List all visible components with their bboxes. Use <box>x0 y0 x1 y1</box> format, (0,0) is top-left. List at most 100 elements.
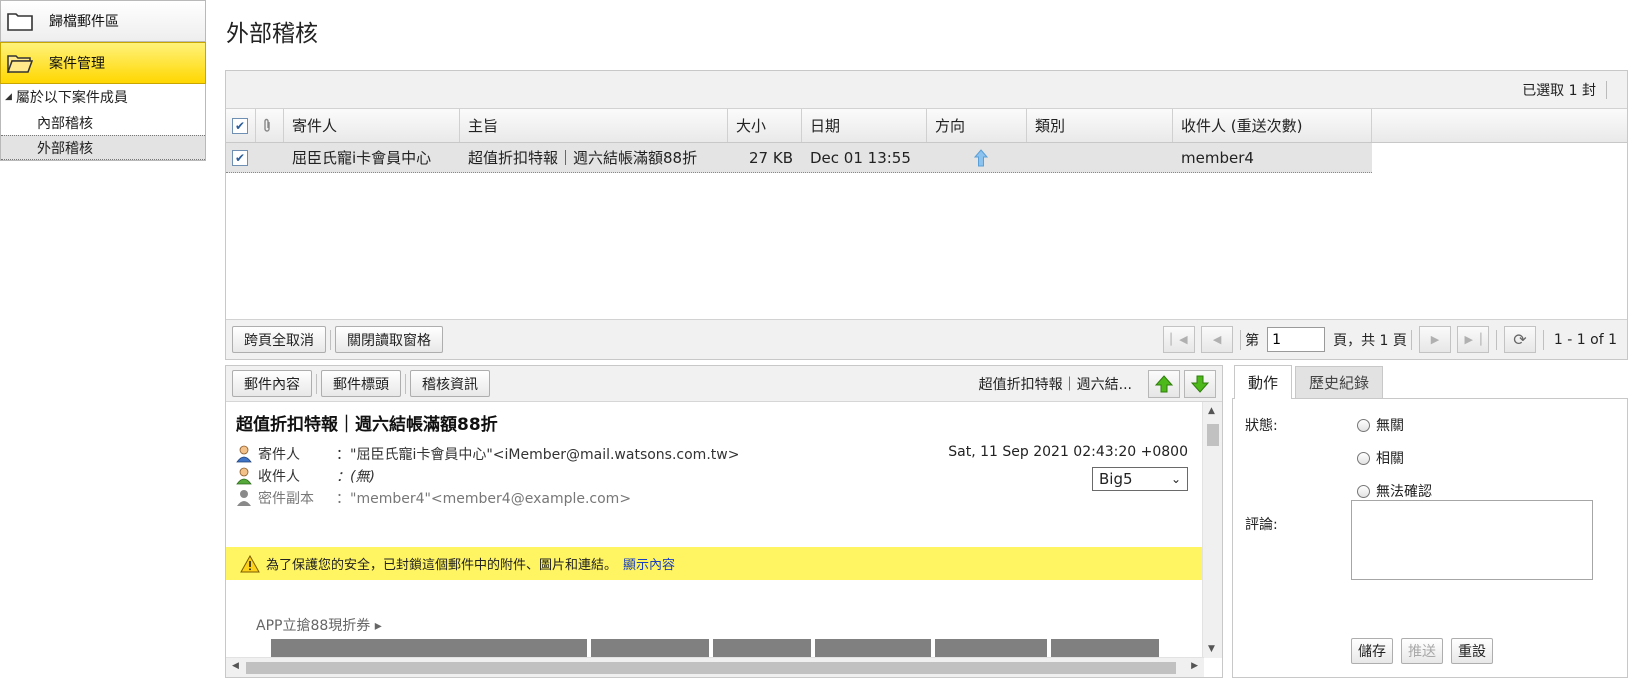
tab-message-header[interactable]: 郵件標頭 <box>321 370 401 397</box>
row-checkbox[interactable]: ✔ <box>232 149 248 166</box>
scroll-up-icon[interactable]: ▲ <box>1208 406 1215 416</box>
scroll-thumb[interactable] <box>1207 424 1219 446</box>
column-header-size[interactable]: 大小 <box>728 109 802 142</box>
person-icon <box>236 467 252 485</box>
grid-empty-area <box>226 173 1627 313</box>
green-arrow-up-icon <box>1154 374 1174 392</box>
tab-message-content[interactable]: 郵件內容 <box>232 370 312 397</box>
radio-button[interactable] <box>1357 484 1370 498</box>
action-buttons: 儲存 推送 重設 <box>1351 638 1493 664</box>
person-icon <box>237 490 251 506</box>
folder-open-icon <box>7 55 33 73</box>
status-radio-relevant[interactable]: 相關 <box>1357 448 1404 468</box>
security-warning-bar: 為了保護您的安全，已封鎖這個郵件中的附件、圖片和連結。 顯示內容 <box>226 547 1204 580</box>
person-icon <box>236 445 252 463</box>
collapse-triangle-icon[interactable]: ◢ <box>5 92 12 102</box>
first-page-icon[interactable]: ▏◀ <box>1163 326 1196 353</box>
last-page-icon[interactable]: ▶▕ <box>1456 326 1489 353</box>
reading-pane-toolbar: 郵件內容 郵件標頭 稽核資訊 超值折扣特報｜週六結... <box>226 366 1222 402</box>
next-page-icon[interactable]: ▶ <box>1418 326 1451 353</box>
divider <box>1606 80 1607 99</box>
charset-select[interactable]: Big5 ⌄ <box>1092 467 1188 491</box>
row-attachment-cell <box>256 143 284 172</box>
deselect-all-pages-button[interactable]: 跨頁全取消 <box>232 326 326 353</box>
radio-button[interactable] <box>1357 451 1370 465</box>
divider <box>316 373 317 394</box>
blocked-image <box>815 639 931 658</box>
tree-item-internal-audit[interactable]: 內部稽核 <box>1 110 205 135</box>
scroll-down-icon[interactable]: ▼ <box>1208 644 1215 654</box>
push-button[interactable]: 推送 <box>1401 638 1443 664</box>
row-select-cell[interactable]: ✔ <box>226 143 256 172</box>
attachment-column[interactable] <box>256 109 284 142</box>
prev-page-icon[interactable]: ◀ <box>1201 326 1234 353</box>
tree-root[interactable]: ◢ 屬於以下案件成員 <box>1 84 205 110</box>
select-all-column[interactable]: ✔ <box>226 109 256 142</box>
status-radio-unconfirmed[interactable]: 無法確認 <box>1357 481 1432 501</box>
scroll-left-icon[interactable]: ◀ <box>232 661 239 671</box>
refresh-icon[interactable]: ⟳ <box>1503 326 1536 353</box>
sidebar-section-case-management[interactable]: 案件管理 <box>0 42 206 84</box>
tree-root-label: 屬於以下案件成員 <box>15 90 128 106</box>
blocked-image <box>271 639 587 658</box>
horizontal-scrollbar[interactable]: ◀ ▶ <box>226 657 1204 677</box>
green-arrow-down-icon <box>1190 375 1210 393</box>
tree-item-external-audit[interactable]: 外部稽核 <box>1 135 205 160</box>
comment-label: 評論: <box>1245 517 1278 533</box>
divider <box>1495 329 1497 350</box>
row-size: 27 KB <box>728 143 802 172</box>
previous-message-button[interactable] <box>1148 369 1180 398</box>
table-row[interactable]: ✔ 屈臣氏寵i卡會員中心 超值折扣特報｜週六結帳滿額88折 27 KB Dec … <box>226 143 1372 173</box>
bcc-row: 密件副本 ："member4"<member4@example.com> <box>236 488 631 508</box>
save-button[interactable]: 儲存 <box>1351 638 1393 664</box>
to-value: ：(無) <box>336 469 375 485</box>
column-header-from[interactable]: 寄件人 <box>284 109 460 142</box>
reset-button[interactable]: 重設 <box>1451 638 1493 664</box>
blocked-image-tiles <box>271 639 1159 658</box>
promo-text: APP立搶88現折券 ▸ <box>256 618 382 634</box>
sidebar-section-label: 案件管理 <box>49 56 105 72</box>
select-all-checkbox[interactable]: ✔ <box>232 117 248 134</box>
vertical-scrollbar[interactable]: ▲ ▼ <box>1202 402 1222 658</box>
tab-audit-info[interactable]: 稽核資訊 <box>410 370 490 397</box>
page-number-input[interactable] <box>1267 327 1326 352</box>
status-label: 狀態: <box>1245 418 1278 434</box>
comment-textarea[interactable] <box>1351 500 1593 580</box>
column-header-direction[interactable]: 方向 <box>927 109 1027 142</box>
close-reading-pane-button[interactable]: 關閉讀取窗格 <box>335 326 443 353</box>
message-list-panel: 已選取 1 封 ✔ 寄件人 主旨 大小 日期 方向 類別 收件人 (重送次數) … <box>225 70 1628 360</box>
row-date: Dec 01 13:55 <box>802 143 927 172</box>
show-content-link[interactable]: 顯示內容 <box>623 554 675 573</box>
status-radio-irrelevant[interactable]: 無關 <box>1357 415 1404 435</box>
divider <box>405 373 406 394</box>
warning-icon <box>240 554 260 572</box>
scroll-thumb[interactable] <box>246 662 1176 674</box>
bcc-label: 密件副本 <box>258 491 314 507</box>
tree-item-label: 外部稽核 <box>37 140 93 157</box>
pager: ▏◀ ◀ 第 頁，共 1 頁 ▶ ▶▕ ⟳ 1 - 1 of 1 <box>1160 326 1621 353</box>
row-subject: 超值折扣特報｜週六結帳滿額88折 <box>460 143 728 172</box>
selection-bar: 已選取 1 封 <box>226 71 1627 109</box>
from-label: 寄件人 <box>258 447 300 463</box>
column-header-subject[interactable]: 主旨 <box>460 109 728 142</box>
bcc-value: ："member4"<member4@example.com> <box>336 491 632 507</box>
scroll-right-icon[interactable]: ▶ <box>1191 661 1198 671</box>
to-row: 收件人 ：(無) <box>236 466 375 486</box>
divider <box>330 329 331 350</box>
column-header-date[interactable]: 日期 <box>802 109 927 142</box>
tab-actions[interactable]: 動作 <box>1234 365 1293 399</box>
column-header-category[interactable]: 類別 <box>1027 109 1173 142</box>
column-header-recipients[interactable]: 收件人 (重送次數) <box>1173 109 1372 142</box>
divider <box>1542 329 1544 350</box>
blocked-image <box>591 639 709 658</box>
divider <box>1240 329 1242 350</box>
reading-pane: 郵件內容 郵件標頭 稽核資訊 超值折扣特報｜週六結... 超值折扣特報｜週六結帳… <box>225 365 1223 678</box>
action-panel: 動作 歷史紀錄 狀態: 無關 相關 無法確認 評論: 儲存 推送 重設 <box>1232 365 1628 678</box>
tab-history[interactable]: 歷史紀錄 <box>1295 366 1384 398</box>
sidebar-section-archive[interactable]: 歸檔郵件區 <box>0 0 206 42</box>
from-value: ："屈臣氏寵i卡會員中心"<iMember@mail.watsons.com.t… <box>336 447 740 463</box>
list-footer: 跨頁全取消 關閉讀取窗格 ▏◀ ◀ 第 頁，共 1 頁 ▶ ▶▕ ⟳ 1 - 1… <box>226 319 1627 359</box>
blocked-image <box>713 639 811 658</box>
next-message-button[interactable] <box>1184 369 1216 398</box>
radio-button[interactable] <box>1357 418 1370 432</box>
